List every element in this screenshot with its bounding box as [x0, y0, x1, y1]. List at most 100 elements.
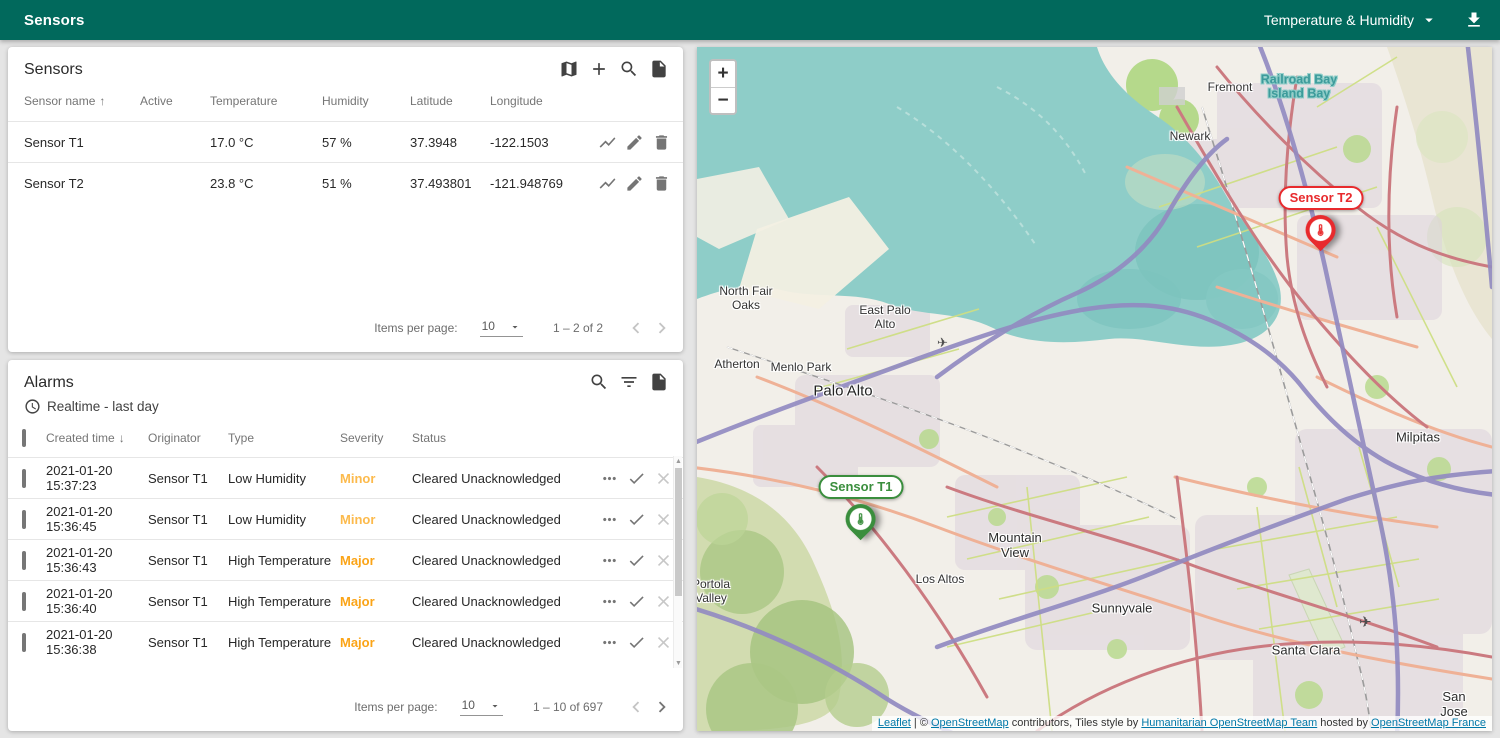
row-checkbox[interactable]: [22, 469, 26, 488]
edit-button[interactable]: [625, 174, 644, 193]
osmfr-link[interactable]: OpenStreetMap France: [1371, 717, 1486, 729]
scroll-down-icon[interactable]: ▼: [674, 658, 683, 668]
sensors-table-header: Sensor name↑ Active Temperature Humidity…: [8, 81, 683, 121]
delete-button[interactable]: [652, 133, 671, 152]
add-entity-button[interactable]: [589, 59, 609, 79]
alarm-row[interactable]: 2021-01-20 15:36:38 Sensor T1 High Tempe…: [8, 621, 683, 662]
download-dashboard-button[interactable]: [1464, 10, 1484, 30]
sort-desc-icon: ↓: [119, 431, 125, 445]
alarms-search-button[interactable]: [589, 372, 609, 392]
marker-label: Sensor T1: [819, 475, 904, 499]
sensor-humidity: 57 %: [322, 135, 410, 150]
col-type[interactable]: Type: [228, 431, 340, 445]
row-checkbox[interactable]: [22, 510, 26, 529]
map-panel[interactable]: Fremont Railroad Bay Island Bay Newark N…: [697, 47, 1492, 731]
zoom-in-button[interactable]: +: [711, 61, 735, 87]
map-view-button[interactable]: [559, 59, 579, 79]
next-page-button[interactable]: [651, 317, 673, 339]
row-checkbox[interactable]: [22, 551, 26, 570]
alarm-clear-button[interactable]: [654, 633, 673, 652]
alarm-ack-button[interactable]: [627, 551, 646, 570]
timeseries-button[interactable]: [598, 174, 617, 193]
prev-page-button[interactable]: [625, 317, 647, 339]
export-button[interactable]: [649, 59, 669, 79]
topbar: Sensors Temperature & Humidity: [0, 0, 1500, 40]
row-checkbox[interactable]: [22, 633, 26, 652]
map-marker-sensor-t2[interactable]: Sensor T2: [1279, 186, 1364, 245]
zoom-out-button[interactable]: −: [711, 87, 735, 113]
alarm-row[interactable]: 2021-01-20 15:36:45 Sensor T1 Low Humidi…: [8, 498, 683, 539]
alarm-more-button[interactable]: [600, 469, 619, 488]
map-marker-sensor-t1[interactable]: Sensor T1: [819, 475, 904, 534]
col-latitude[interactable]: Latitude: [410, 94, 490, 108]
alarm-more-button[interactable]: [600, 592, 619, 611]
caret-down-icon: [489, 700, 501, 712]
col-sensor-name[interactable]: Sensor name↑: [24, 94, 140, 108]
sensor-row-t1[interactable]: Sensor T1 17.0 °C 57 % 37.3948 -122.1503: [8, 121, 683, 162]
alarms-timewindow[interactable]: Realtime - last day: [8, 392, 683, 415]
alarm-more-button[interactable]: [600, 551, 619, 570]
check-icon: [627, 510, 646, 529]
scroll-up-icon[interactable]: ▲: [674, 456, 683, 466]
alarm-created: 2021-01-20 15:36:40: [46, 586, 148, 616]
alarm-severity: Minor: [340, 512, 412, 527]
select-all-checkbox[interactable]: [22, 429, 26, 447]
col-severity[interactable]: Severity: [340, 431, 412, 445]
alarm-status: Cleared Unacknowledged: [412, 594, 580, 609]
close-icon: [654, 633, 673, 652]
edit-button[interactable]: [625, 133, 644, 152]
dashboard-state-select[interactable]: Temperature & Humidity: [1264, 11, 1438, 29]
thermometer-icon: [854, 512, 868, 526]
col-longitude[interactable]: Longitude: [490, 94, 580, 108]
alarms-export-button[interactable]: [649, 372, 669, 392]
row-checkbox[interactable]: [22, 592, 26, 611]
sensor-row-t2[interactable]: Sensor T2 23.8 °C 51 % 37.493801 -121.94…: [8, 162, 683, 203]
alarm-row[interactable]: 2021-01-20 15:36:43 Sensor T1 High Tempe…: [8, 539, 683, 580]
osm-link[interactable]: OpenStreetMap: [931, 717, 1009, 729]
prev-page-button[interactable]: [625, 696, 647, 718]
page-range: 1 – 2 of 2: [553, 321, 603, 335]
alarm-more-button[interactable]: [600, 510, 619, 529]
sensors-card-title: Sensors: [24, 59, 83, 79]
col-humidity[interactable]: Humidity: [322, 94, 410, 108]
alarm-status: Cleared Unacknowledged: [412, 471, 580, 486]
alarm-row[interactable]: 2021-01-20 15:37:23 Sensor T1 Low Humidi…: [8, 457, 683, 498]
search-button[interactable]: [619, 59, 639, 79]
close-icon: [654, 469, 673, 488]
alarm-ack-button[interactable]: [627, 469, 646, 488]
scrollbar-thumb[interactable]: [675, 468, 682, 596]
map-zoom-control: + −: [709, 59, 737, 115]
alarm-more-button[interactable]: [600, 633, 619, 652]
alarm-clear-button[interactable]: [654, 592, 673, 611]
alarm-clear-button[interactable]: [654, 469, 673, 488]
col-temperature[interactable]: Temperature: [210, 94, 322, 108]
more-horiz-icon: [600, 592, 619, 611]
sensors-pagination: Items per page: 10 1 – 2 of 2: [8, 304, 683, 352]
items-per-page-select[interactable]: 10: [460, 698, 503, 716]
alarm-ack-button[interactable]: [627, 510, 646, 529]
alarm-ack-button[interactable]: [627, 592, 646, 611]
delete-button[interactable]: [652, 174, 671, 193]
alarm-clear-button[interactable]: [654, 510, 673, 529]
col-active[interactable]: Active: [140, 94, 210, 108]
alarm-originator: Sensor T1: [148, 512, 228, 527]
alarm-row[interactable]: 2021-01-20 15:36:40 Sensor T1 High Tempe…: [8, 580, 683, 621]
chart-icon: [598, 133, 617, 152]
next-page-button[interactable]: [651, 696, 673, 718]
items-per-page-select[interactable]: 10: [480, 319, 523, 337]
col-status[interactable]: Status: [412, 431, 580, 445]
alarms-filter-button[interactable]: [619, 372, 639, 392]
col-created-time[interactable]: Created time↓: [46, 431, 148, 445]
alarm-clear-button[interactable]: [654, 551, 673, 570]
alarm-type: High Temperature: [228, 594, 340, 609]
timeseries-button[interactable]: [598, 133, 617, 152]
hot-link[interactable]: Humanitarian OpenStreetMap Team: [1141, 717, 1317, 729]
col-originator[interactable]: Originator: [148, 431, 228, 445]
map-icon: [559, 59, 579, 79]
sensor-temperature: 17.0 °C: [210, 135, 322, 150]
leaflet-link[interactable]: Leaflet: [878, 717, 911, 729]
check-icon: [627, 469, 646, 488]
sensor-longitude: -122.1503: [490, 135, 580, 150]
alarms-scrollbar[interactable]: ▲ ▼: [673, 456, 682, 668]
alarm-ack-button[interactable]: [627, 633, 646, 652]
